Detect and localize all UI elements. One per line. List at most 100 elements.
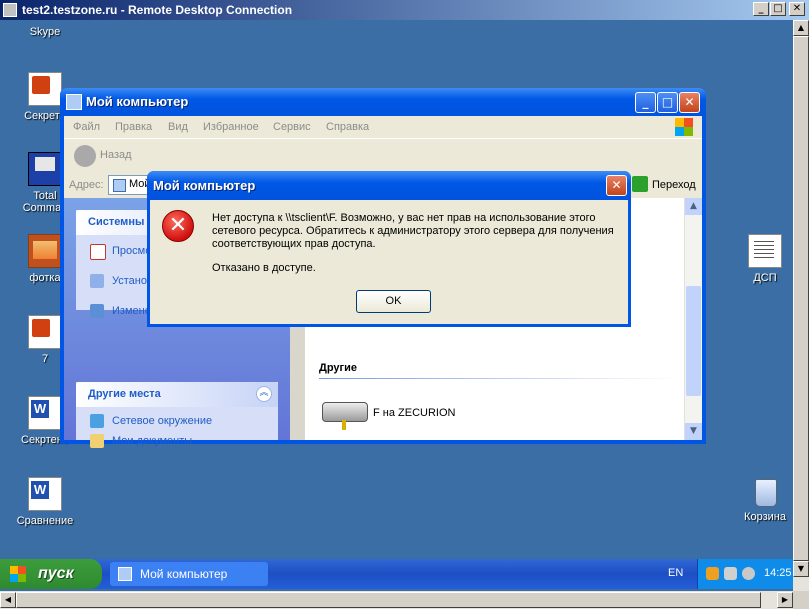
desktop-icon-skype[interactable]: Skype (10, 26, 80, 38)
explorer-minimize-button[interactable]: _ (635, 92, 656, 113)
scrollbar-corner (793, 591, 809, 609)
dialog-title-bar[interactable]: Мой компьютер ✕ (147, 171, 631, 200)
explorer-maximize-button[interactable]: □ (657, 92, 678, 113)
menu-favorites[interactable]: Избранное (203, 121, 259, 133)
scroll-thumb[interactable] (686, 286, 701, 396)
section-header: Другие (319, 362, 357, 374)
place-my-documents[interactable]: Мои документы (76, 433, 278, 449)
collapse-chevron-icon[interactable]: ︽ (256, 386, 272, 402)
network-icon (90, 414, 104, 428)
desktop-icon-label: Сравнение (16, 515, 74, 527)
toolbar: Назад (64, 138, 702, 173)
horizontal-scroll-thumb[interactable] (16, 592, 761, 608)
windows-logo-icon (675, 118, 693, 136)
network-drive-label[interactable]: F на ZECURION (373, 407, 455, 419)
scroll-down-arrow-icon[interactable]: ▼ (793, 561, 809, 577)
menu-view[interactable]: Вид (168, 121, 188, 133)
close-button[interactable]: ✕ (789, 2, 805, 16)
menu-edit[interactable]: Правка (115, 121, 152, 133)
network-tray-icon[interactable] (724, 567, 737, 580)
my-computer-icon (66, 94, 82, 110)
error-icon: ✕ (162, 210, 194, 242)
menu-tools[interactable]: Сервис (273, 121, 311, 133)
my-computer-icon (118, 567, 132, 581)
scroll-up-arrow-icon[interactable]: ▲ (793, 20, 809, 36)
error-message: Нет доступа к \\tsclient\F. Возможно, у … (212, 212, 614, 250)
folder-icon (90, 434, 104, 448)
content-scrollbar[interactable]: ▲ ▼ (684, 198, 702, 440)
menu-help[interactable]: Справка (326, 121, 369, 133)
desktop-icon-comparison[interactable]: Сравнение (10, 477, 80, 527)
explorer-close-button[interactable]: ✕ (679, 92, 700, 113)
powerpoint-file-icon (28, 72, 62, 106)
go-arrow-icon[interactable] (632, 176, 648, 192)
remote-desktop: Skype Секретн Total Comman фотка 7 Секрт… (0, 20, 793, 591)
clock[interactable]: 14:25 (764, 567, 792, 579)
dialog-body: ✕ Нет доступа к \\tsclient\F. Возможно, … (150, 200, 628, 324)
desktop-icon-dsp[interactable]: ДСП (730, 234, 793, 284)
add-remove-programs-icon (90, 274, 104, 288)
start-label: пуск (38, 565, 74, 582)
menu-bar: Файл Правка Вид Избранное Сервис Справка (64, 116, 702, 138)
desktop-icon-label: фотка (29, 272, 61, 284)
place-label: Сетевое окружение (112, 415, 213, 427)
address-label: Адрес: (69, 179, 104, 191)
address-input[interactable]: Мой (108, 175, 151, 195)
error-dialog: Мой компьютер ✕ ✕ Нет доступа к \\tsclie… (147, 171, 631, 327)
scroll-left-arrow-icon[interactable]: ◀ (0, 592, 16, 608)
desktop-icon-recycle-bin[interactable]: Корзина (730, 475, 793, 523)
network-drive-icon (322, 402, 368, 422)
explorer-title-bar[interactable]: Мой компьютер _ □ ✕ (60, 88, 706, 116)
powerpoint-file-icon (28, 315, 62, 349)
maximize-button[interactable]: □ (770, 2, 786, 16)
rdc-app-icon (3, 3, 17, 17)
place-network[interactable]: Сетевое окружение (76, 413, 278, 429)
windows-flag-icon (10, 566, 26, 582)
language-indicator[interactable]: EN (668, 567, 683, 579)
recycle-bin-icon (749, 475, 781, 507)
system-tray: 14:25 (697, 559, 793, 589)
scroll-up-arrow-icon[interactable]: ▲ (685, 198, 702, 215)
rdc-horizontal-scrollbar[interactable]: ◀ ▶ (0, 591, 793, 609)
explorer-window-title: Мой компьютер (86, 94, 189, 109)
network-cable (342, 420, 346, 430)
other-places-title[interactable]: Другие места (76, 382, 278, 407)
rdc-window-title: test2.testzone.ru - Remote Desktop Conne… (22, 3, 293, 17)
volume-icon[interactable] (742, 567, 755, 580)
back-button-label[interactable]: Назад (100, 149, 132, 161)
desktop-icon-label: ДСП (753, 272, 777, 284)
ok-button[interactable]: OK (356, 290, 431, 313)
rdc-title-bar[interactable]: test2.testzone.ru - Remote Desktop Conne… (0, 0, 809, 20)
desktop-icon-label: Корзина (744, 511, 786, 523)
taskbar-item-my-computer[interactable]: Мой компьютер (110, 562, 268, 586)
desktop-icon-label: Skype (29, 26, 61, 38)
other-places-panel: Другие места ︽ Сетевое окружение Мои док… (76, 382, 278, 448)
start-button[interactable]: пуск (0, 559, 102, 589)
menu-file[interactable]: Файл (73, 121, 100, 133)
vertical-scroll-thumb[interactable] (793, 36, 809, 561)
rdc-vertical-scrollbar[interactable]: ▲ ▼ (793, 20, 809, 591)
taskbar-item-label: Мой компьютер (140, 567, 228, 581)
word-file-icon (28, 396, 62, 430)
word-file-icon (28, 477, 62, 511)
taskbar: пуск Мой компьютер EN 14:25 (0, 559, 793, 589)
network-drive-item[interactable] (320, 398, 370, 432)
scroll-right-arrow-icon[interactable]: ▶ (777, 592, 793, 608)
system-info-icon (90, 244, 106, 260)
dialog-close-button[interactable]: ✕ (606, 175, 627, 196)
access-denied-message: Отказано в доступе. (212, 262, 316, 274)
security-shield-icon[interactable] (706, 567, 719, 580)
minimize-button[interactable]: _ (753, 2, 769, 16)
place-label: Мои документы (112, 435, 193, 447)
scroll-down-arrow-icon[interactable]: ▼ (685, 423, 702, 440)
text-file-icon (748, 234, 782, 268)
back-arrow-icon[interactable] (74, 145, 96, 167)
desktop-icon-label: 7 (41, 353, 49, 365)
my-computer-icon (113, 179, 126, 192)
section-divider (319, 378, 679, 379)
go-button-label[interactable]: Переход (652, 179, 696, 191)
dialog-title: Мой компьютер (153, 178, 256, 193)
image-file-icon (28, 234, 62, 268)
control-panel-icon (90, 304, 104, 318)
total-commander-icon (28, 152, 62, 186)
